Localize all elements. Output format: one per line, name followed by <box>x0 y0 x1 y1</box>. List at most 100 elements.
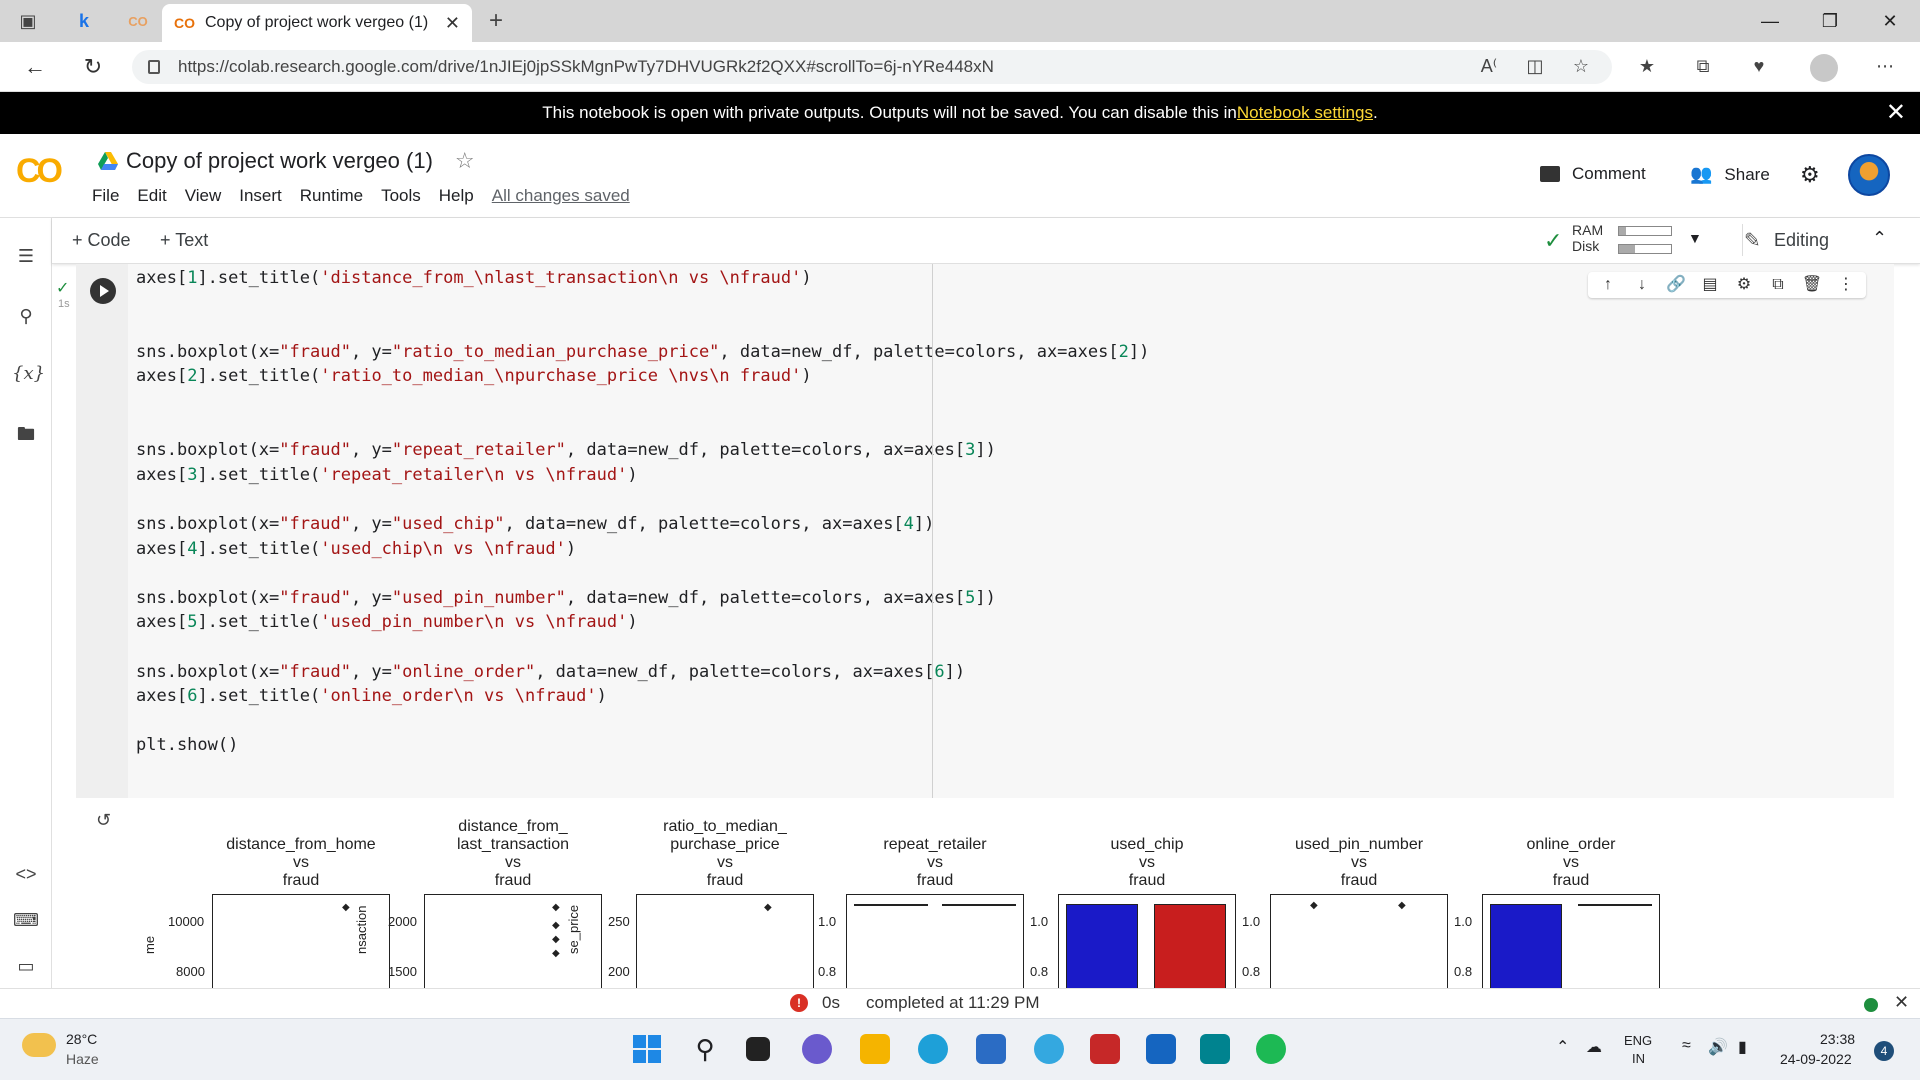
save-status[interactable]: All changes saved <box>492 186 630 206</box>
show-hidden-icons-icon[interactable]: ⌃ <box>1556 1037 1569 1057</box>
notification-badge[interactable]: 4 <box>1874 1041 1894 1061</box>
code-snippets-icon[interactable]: <> <box>12 860 40 888</box>
plot-axes <box>636 894 814 988</box>
connected-check-icon: ✓ <box>1544 228 1563 253</box>
task-view-icon[interactable] <box>746 1037 770 1061</box>
editing-mode-button[interactable]: Editing <box>1774 230 1829 251</box>
delete-cell-icon[interactable]: 🗑 <box>1800 272 1824 298</box>
menu-insert[interactable]: Insert <box>239 186 282 206</box>
teams-chat-icon[interactable] <box>802 1034 832 1064</box>
colab-logo[interactable]: CO <box>16 152 63 191</box>
variables-icon[interactable]: {x} <box>12 360 45 388</box>
colab-tab-icon[interactable]: CO <box>124 8 152 34</box>
more-options-icon[interactable]: ⋯ <box>1872 56 1898 80</box>
run-cell-button[interactable] <box>90 278 116 304</box>
add-comment-icon[interactable]: ▤ <box>1698 272 1722 298</box>
notebook-title[interactable]: Copy of project work vergeo (1) <box>126 148 433 174</box>
comment-icon <box>1540 166 1560 182</box>
clock-time[interactable]: 23:38 <box>1820 1031 1855 1047</box>
collections-icon[interactable]: ⧉ <box>1690 56 1716 80</box>
settings-gear-icon[interactable]: ⚙ <box>1800 162 1820 188</box>
menu-help[interactable]: Help <box>439 186 474 206</box>
app-chrome-icon[interactable] <box>1034 1034 1064 1064</box>
resources-dropdown-icon[interactable]: ▼ <box>1688 230 1702 246</box>
add-favorite-icon[interactable]: ☆ <box>1568 56 1594 80</box>
wifi-icon[interactable]: ≈ <box>1682 1037 1691 1055</box>
terminal-icon[interactable]: ▭ <box>12 952 40 980</box>
ms-store-icon[interactable] <box>976 1034 1006 1064</box>
more-cell-actions-icon[interactable]: ⋮ <box>1834 272 1858 298</box>
battery-icon[interactable]: ▮ <box>1738 1037 1747 1057</box>
menu-runtime[interactable]: Runtime <box>300 186 363 206</box>
url-text: https://colab.research.google.com/drive/… <box>178 57 994 76</box>
taskbar-search-icon[interactable]: ⚲ <box>690 1034 720 1064</box>
profile-icon[interactable] <box>1810 54 1838 82</box>
error-icon: ! <box>790 994 808 1012</box>
read-aloud-icon[interactable]: A⁽ <box>1476 56 1502 80</box>
windows-logo-icon <box>633 1035 661 1063</box>
weather-icon[interactable] <box>22 1033 56 1057</box>
app-teal-icon[interactable] <box>1200 1034 1230 1064</box>
menu-tools[interactable]: Tools <box>381 186 421 206</box>
files-folder-icon[interactable]: 🖿 <box>12 420 40 448</box>
minimize-icon[interactable]: — <box>1740 6 1800 36</box>
private-outputs-banner: This notebook is open with private outpu… <box>0 92 1920 134</box>
cell-settings-icon[interactable]: ⚙ <box>1732 272 1756 298</box>
share-button[interactable]: 👥 Share <box>1690 164 1770 185</box>
code-cell[interactable]: axes[1].set_title('distance_from_\nlast_… <box>76 264 1894 798</box>
table-of-contents-icon[interactable]: ☰ <box>12 242 40 270</box>
search-icon[interactable]: ⚲ <box>12 302 40 330</box>
start-button[interactable] <box>632 1034 662 1064</box>
lang-bottom: IN <box>1632 1051 1645 1066</box>
star-icon[interactable]: ☆ <box>455 148 475 174</box>
browser-essentials-icon[interactable]: ♥ <box>1746 56 1772 80</box>
refresh-icon[interactable]: ↻ <box>76 52 110 82</box>
menu-edit[interactable]: Edit <box>137 186 166 206</box>
back-icon[interactable]: ← <box>18 52 52 82</box>
outlier-point: ◆ <box>552 920 560 931</box>
menu-view[interactable]: View <box>185 186 222 206</box>
add-text-button[interactable]: + Text <box>160 230 208 251</box>
mirror-cell-icon[interactable]: ⧉ <box>1766 272 1790 298</box>
y-tick-label: 0.8 <box>818 964 837 979</box>
immersive-reader-icon[interactable]: ◫ <box>1522 56 1548 80</box>
close-banner-icon[interactable]: ✕ <box>1886 98 1906 127</box>
output-actions-icon[interactable]: ↺ <box>96 810 111 831</box>
app-chat-icon[interactable] <box>1146 1034 1176 1064</box>
y-tick-label: 1.0 <box>1454 914 1473 929</box>
file-explorer-icon[interactable] <box>860 1034 890 1064</box>
spotify-icon[interactable] <box>1256 1034 1286 1064</box>
favorites-icon[interactable]: ★ <box>1634 56 1660 80</box>
ram-disk-indicator[interactable]: RAM Disk <box>1572 222 1603 254</box>
onedrive-icon[interactable]: ☁ <box>1586 1037 1602 1057</box>
move-up-icon[interactable]: ↑ <box>1596 272 1620 298</box>
close-status-icon[interactable]: ✕ <box>1894 992 1909 1013</box>
close-window-icon[interactable]: ✕ <box>1860 6 1920 36</box>
edge-browser-icon[interactable] <box>918 1034 948 1064</box>
move-down-icon[interactable]: ↓ <box>1630 272 1654 298</box>
kaggle-tab-icon[interactable]: k <box>70 8 98 34</box>
banner-suffix: . <box>1372 103 1378 122</box>
cell-output: ↺ distance_from_home vs fraud 10000 8000 me… <box>76 798 1894 988</box>
mcafee-icon[interactable] <box>1090 1034 1120 1064</box>
code-editor[interactable]: axes[1].set_title('distance_from_\nlast_… <box>136 266 1876 758</box>
command-palette-icon[interactable]: ⌨ <box>12 906 40 934</box>
avatar[interactable] <box>1848 154 1890 196</box>
restore-icon[interactable]: ❐ <box>1800 6 1860 36</box>
collapse-header-icon[interactable]: ⌃ <box>1872 228 1887 249</box>
menu-file[interactable]: File <box>92 186 119 206</box>
weather-temp[interactable]: 28°C <box>66 1031 97 1047</box>
volume-icon[interactable]: 🔊 <box>1708 1037 1728 1057</box>
url-bar[interactable]: https://colab.research.google.com/drive/… <box>132 50 1612 84</box>
colab-logo-text: CO <box>16 152 63 190</box>
new-tab-icon[interactable]: + <box>482 7 510 34</box>
link-icon[interactable]: 🔗 <box>1664 272 1688 298</box>
tab-actions-icon[interactable]: ▣ <box>14 8 42 34</box>
comment-button[interactable]: Comment <box>1540 164 1646 184</box>
notebook-settings-link[interactable]: Notebook settings <box>1237 103 1373 123</box>
lang-top[interactable]: ENG <box>1624 1033 1652 1048</box>
add-code-button[interactable]: + Code <box>72 230 131 251</box>
close-tab-icon[interactable]: ✕ <box>445 13 460 34</box>
tab-active[interactable]: CO Copy of project work vergeo (1) ✕ <box>162 4 472 42</box>
